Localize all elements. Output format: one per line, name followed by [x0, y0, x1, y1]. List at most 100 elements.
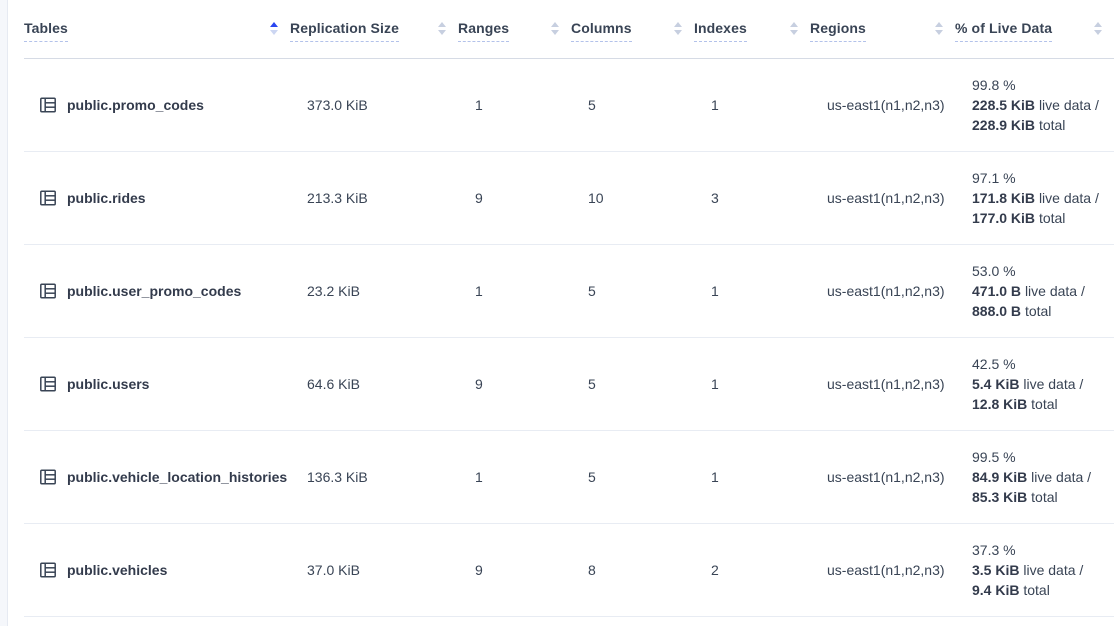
regions-cell: us-east1(n1,n2,n3): [810, 337, 955, 430]
table-grid-icon: [38, 374, 58, 394]
live-data-percent: 37.3 %: [972, 540, 1106, 560]
column-header-label[interactable]: Replication Size: [290, 20, 399, 42]
sort-up-arrow-icon: [935, 22, 943, 27]
table-row[interactable]: public.vehicles 37.0 KiB 9 8 2 us-east1(…: [24, 523, 1114, 616]
database-tables-table: Tables Replication Size Ranges Colu: [24, 0, 1114, 617]
sort-up-arrow-icon: [551, 22, 559, 27]
sort-up-arrow-icon: [790, 22, 798, 27]
table-name-link[interactable]: public.users: [67, 376, 149, 392]
regions-cell: us-east1(n1,n2,n3): [810, 151, 955, 244]
table-grid-icon: [38, 560, 58, 580]
table-name-link[interactable]: public.promo_codes: [67, 97, 204, 113]
live-data-cell: 99.8 % 228.5 KiB live data / 228.9 KiB t…: [955, 58, 1114, 151]
sort-down-arrow-icon: [438, 30, 446, 35]
sort-arrows-icon[interactable]: [790, 22, 798, 35]
column-header[interactable]: Tables: [24, 0, 290, 58]
indexes-cell: 1: [694, 244, 810, 337]
table-row[interactable]: public.users 64.6 KiB 9 5 1 us-east1(n1,…: [24, 337, 1114, 430]
ranges-cell: 1: [458, 430, 571, 523]
column-header-label[interactable]: Indexes: [694, 20, 747, 42]
ranges-cell: 1: [458, 244, 571, 337]
table-name-link[interactable]: public.rides: [67, 190, 146, 206]
total-size-line: 85.3 KiB total: [972, 487, 1106, 507]
table-row[interactable]: public.user_promo_codes 23.2 KiB 1 5 1 u…: [24, 244, 1114, 337]
table-row[interactable]: public.promo_codes 373.0 KiB 1 5 1 us-ea…: [24, 58, 1114, 151]
live-data-size-line: 3.5 KiB live data /: [972, 560, 1106, 580]
live-data-percent: 99.5 %: [972, 447, 1106, 467]
sort-up-arrow-icon: [674, 22, 682, 27]
live-data-percent: 97.1 %: [972, 168, 1106, 188]
page-left-gutter: [0, 0, 8, 626]
regions-cell: us-east1(n1,n2,n3): [810, 523, 955, 616]
sort-down-arrow-icon: [1094, 30, 1102, 35]
column-header[interactable]: Ranges: [458, 0, 571, 58]
live-data-size-line: 171.8 KiB live data /: [972, 188, 1106, 208]
columns-cell: 5: [571, 430, 694, 523]
live-data-percent: 53.0 %: [972, 261, 1106, 281]
live-data-cell: 53.0 % 471.0 B live data / 888.0 B total: [955, 244, 1114, 337]
replication-size-cell: 213.3 KiB: [290, 151, 458, 244]
sort-down-arrow-icon: [551, 30, 559, 35]
replication-size-cell: 37.0 KiB: [290, 523, 458, 616]
replication-size-cell: 64.6 KiB: [290, 337, 458, 430]
ranges-cell: 9: [458, 523, 571, 616]
column-header-label[interactable]: Ranges: [458, 20, 509, 42]
columns-cell: 5: [571, 244, 694, 337]
ranges-cell: 1: [458, 58, 571, 151]
sort-arrows-icon[interactable]: [674, 22, 682, 35]
column-header-label[interactable]: % of Live Data: [955, 20, 1052, 42]
sort-up-arrow-icon: [438, 22, 446, 27]
sort-up-arrow-icon: [1094, 22, 1102, 27]
total-size-line: 888.0 B total: [972, 301, 1106, 321]
table-grid-icon: [38, 95, 58, 115]
replication-size-cell: 23.2 KiB: [290, 244, 458, 337]
table-row[interactable]: public.rides 213.3 KiB 9 10 3 us-east1(n…: [24, 151, 1114, 244]
table-name-link[interactable]: public.user_promo_codes: [67, 283, 241, 299]
columns-cell: 5: [571, 58, 694, 151]
live-data-size-line: 84.9 KiB live data /: [972, 467, 1106, 487]
live-data-percent: 99.8 %: [972, 75, 1106, 95]
indexes-cell: 1: [694, 337, 810, 430]
live-data-percent: 42.5 %: [972, 354, 1106, 374]
total-size-line: 228.9 KiB total: [972, 115, 1106, 135]
replication-size-cell: 136.3 KiB: [290, 430, 458, 523]
live-data-cell: 42.5 % 5.4 KiB live data / 12.8 KiB tota…: [955, 337, 1114, 430]
column-header-label[interactable]: Tables: [24, 20, 68, 42]
table-grid-icon: [38, 281, 58, 301]
sort-arrows-icon[interactable]: [270, 22, 278, 35]
total-size-line: 12.8 KiB total: [972, 394, 1106, 414]
live-data-cell: 99.5 % 84.9 KiB live data / 85.3 KiB tot…: [955, 430, 1114, 523]
live-data-cell: 37.3 % 3.5 KiB live data / 9.4 KiB total: [955, 523, 1114, 616]
column-header-label[interactable]: Regions: [810, 20, 866, 42]
column-header-label[interactable]: Columns: [571, 20, 632, 42]
ranges-cell: 9: [458, 151, 571, 244]
sort-down-arrow-icon: [790, 30, 798, 35]
live-data-size-line: 5.4 KiB live data /: [972, 374, 1106, 394]
table-name-link[interactable]: public.vehicle_location_histories: [67, 469, 287, 485]
table-header: Tables Replication Size Ranges Colu: [24, 0, 1114, 58]
sort-arrows-icon[interactable]: [438, 22, 446, 35]
table-header-row: Tables Replication Size Ranges Colu: [24, 0, 1114, 58]
indexes-cell: 1: [694, 430, 810, 523]
table-row[interactable]: public.vehicle_location_histories 136.3 …: [24, 430, 1114, 523]
regions-cell: us-east1(n1,n2,n3): [810, 430, 955, 523]
column-header[interactable]: Indexes: [694, 0, 810, 58]
replication-size-cell: 373.0 KiB: [290, 58, 458, 151]
sort-arrows-icon[interactable]: [1094, 22, 1102, 35]
column-header[interactable]: Regions: [810, 0, 955, 58]
regions-cell: us-east1(n1,n2,n3): [810, 58, 955, 151]
column-header[interactable]: Columns: [571, 0, 694, 58]
table-grid-icon: [38, 467, 58, 487]
table-body: public.promo_codes 373.0 KiB 1 5 1 us-ea…: [24, 58, 1114, 616]
column-header[interactable]: Replication Size: [290, 0, 458, 58]
tables-list-container: Tables Replication Size Ranges Colu: [24, 0, 1114, 617]
sort-up-arrow-icon: [270, 22, 278, 27]
ranges-cell: 9: [458, 337, 571, 430]
columns-cell: 10: [571, 151, 694, 244]
table-name-link[interactable]: public.vehicles: [67, 562, 167, 578]
indexes-cell: 1: [694, 58, 810, 151]
columns-cell: 8: [571, 523, 694, 616]
sort-arrows-icon[interactable]: [551, 22, 559, 35]
sort-arrows-icon[interactable]: [935, 22, 943, 35]
column-header[interactable]: % of Live Data: [955, 0, 1114, 58]
